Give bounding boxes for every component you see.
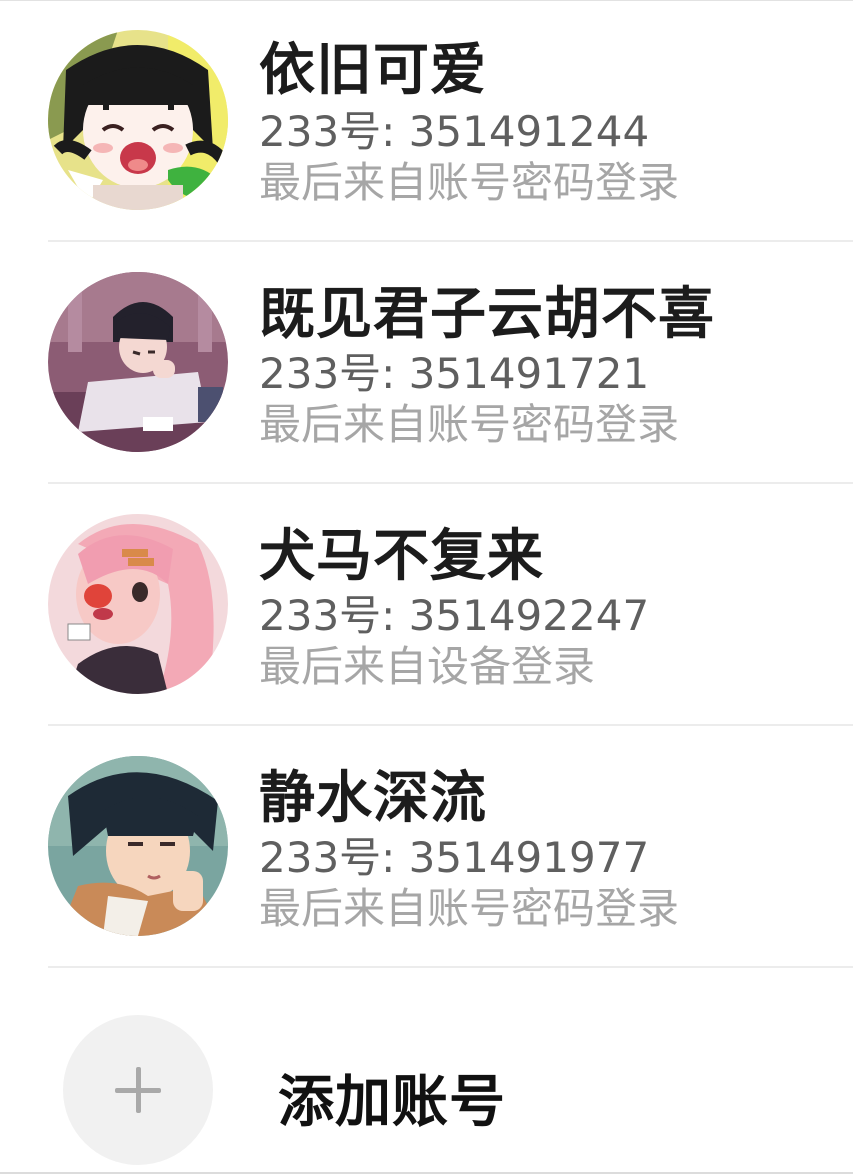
add-account-circle[interactable] <box>63 1015 213 1165</box>
account-nickname: 既见君子云胡不喜 <box>259 282 715 347</box>
avatar-anime-girl-black-hair-icon <box>48 30 228 210</box>
account-item[interactable]: 犬马不复来 233号: 351492247 最后来自设备登录 <box>0 485 853 726</box>
account-id: 233号: 351491721 <box>259 349 650 398</box>
account-item[interactable]: 静水深流 233号: 351491977 最后来自账号密码登录 <box>0 727 853 968</box>
add-account-label: 添加账号 <box>278 1070 506 1135</box>
account-id: 233号: 351491977 <box>259 833 650 882</box>
avatar-anime-boy-dark-hair-icon <box>48 756 228 936</box>
account-id: 233号: 351491244 <box>259 107 650 156</box>
add-account-button[interactable]: 添加账号 <box>0 1001 853 1175</box>
divider <box>48 482 853 484</box>
account-item[interactable]: 既见君子云胡不喜 233号: 351491721 最后来自账号密码登录 <box>0 243 853 484</box>
login-source: 最后来自设备登录 <box>259 642 596 691</box>
account-item[interactable]: 依旧可爱 233号: 351491244 最后来自账号密码登录 <box>0 1 853 242</box>
divider <box>48 240 853 242</box>
account-nickname: 依旧可爱 <box>259 38 487 103</box>
login-source: 最后来自账号密码登录 <box>259 400 680 449</box>
divider <box>48 966 853 968</box>
account-nickname: 犬马不复来 <box>259 524 544 589</box>
login-source: 最后来自账号密码登录 <box>259 884 680 933</box>
avatar-pink-hair-girl-icon <box>48 514 228 694</box>
account-nickname: 静水深流 <box>259 766 487 831</box>
account-id: 233号: 351492247 <box>259 591 650 640</box>
login-source: 最后来自账号密码登录 <box>259 158 680 207</box>
divider <box>48 724 853 726</box>
avatar-anime-boy-at-desk-icon <box>48 272 228 452</box>
